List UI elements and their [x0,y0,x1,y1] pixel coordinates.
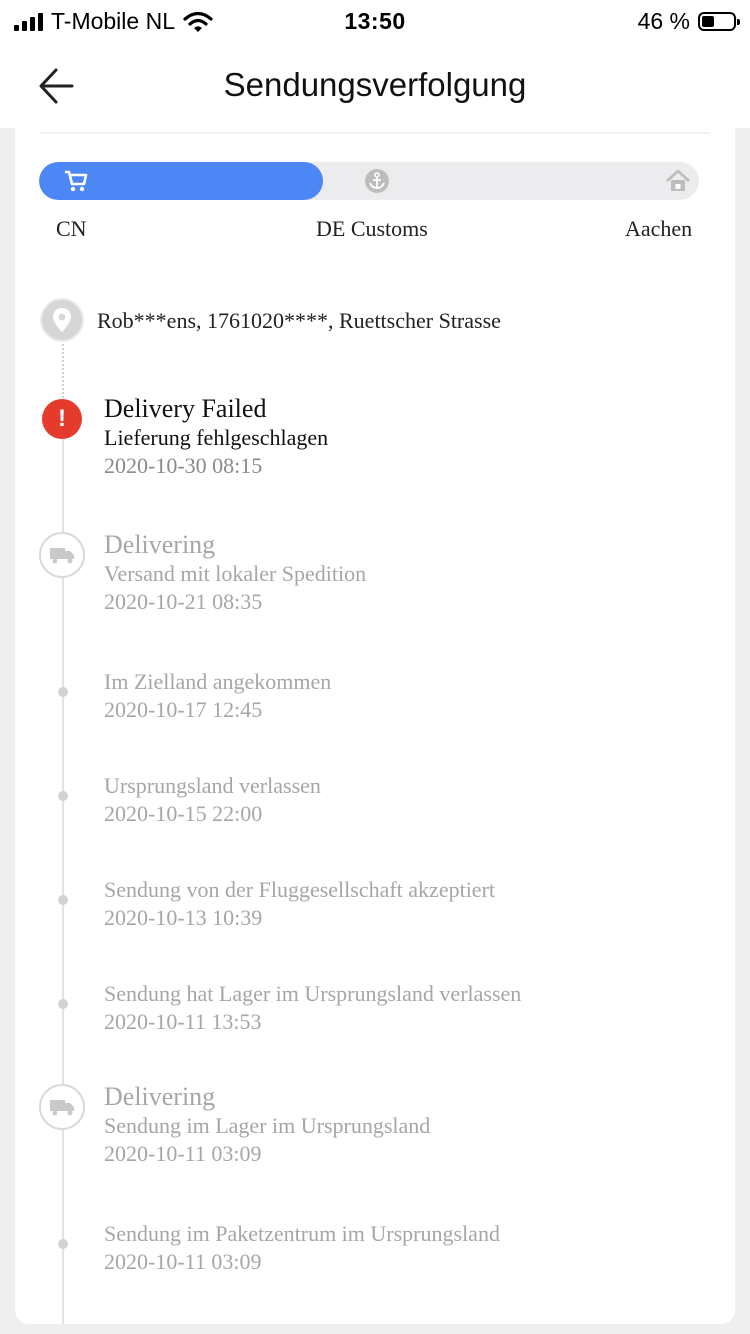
event-detail: Ursprungsland verlassen [104,773,321,798]
divider [40,132,710,134]
timeline-event: Delivery Failed Lieferung fehlgeschlagen… [104,394,328,480]
timeline-dot [58,791,68,801]
timeline-dot [58,999,68,1009]
event-detail: Versand mit lokaler Spedition [104,561,367,586]
stage-label-destination: Aachen [625,216,693,241]
event-time: 2020-10-17 12:45 [104,697,263,722]
event-title: Delivering [104,1082,216,1111]
stage-label-customs: DE Customs [316,216,428,241]
anchor-icon [365,169,389,193]
event-detail: Sendung hat Lager im Ursprungsland verla… [104,981,522,1006]
status-bar: T-Mobile NL 13:50 46 % [0,0,750,44]
status-right: 46 % [637,8,740,35]
cart-icon [65,170,88,192]
timeline-event: Delivering Versand mit lokaler Spedition… [104,530,366,616]
event-detail: Sendung im Paketzentrum im Ursprungsland [104,1221,500,1246]
truck-icon [39,532,85,578]
shipment-progress [39,162,699,200]
event-detail: Sendung von der Fluggesellschaft akzepti… [104,877,496,902]
alert-icon: ! [42,399,82,439]
house-icon [666,169,690,191]
timeline-dot [58,1239,68,1249]
timeline-event: Sendung von der Fluggesellschaft akzepti… [104,876,495,932]
event-time: 2020-10-21 08:35 [104,589,263,614]
event-title: Delivering [104,530,216,559]
truck-icon [39,1084,85,1130]
event-time: 2020-10-11 03:09 [104,1249,262,1274]
timeline-event: Ursprungsland verlassen 2020-10-15 22:00 [104,772,321,828]
timeline-event: Sendung hat Lager im Ursprungsland verla… [104,980,521,1036]
page-title: Sendungsverfolgung [223,66,527,103]
event-detail: Sendung im Lager im Ursprungsland [104,1113,431,1138]
event-detail: Im Zielland angekommen [104,669,332,694]
battery-icon [698,12,740,31]
location-pin-icon [40,298,84,342]
timeline-event: Sendung im Paketzentrum im Ursprungsland… [104,1220,500,1276]
tracking-card: CN DE Customs Aachen Rob***ens, 1761020*… [15,128,735,1324]
event-detail: Lieferung fehlgeschlagen [104,425,329,450]
event-time: 2020-10-11 03:09 [104,1141,262,1166]
timeline-event: Delivering Sendung im Lager im Ursprungs… [104,1082,430,1168]
recipient-address: Rob***ens, 1761020****, Ruettscher Stras… [97,308,501,333]
event-time: 2020-10-15 22:00 [104,801,263,826]
nav-bar: Sendungsverfolgung [0,44,750,128]
battery-percent: 46 % [637,8,690,34]
stage-label-origin: CN [56,216,87,241]
timeline-dot [58,687,68,697]
event-time: 2020-10-13 10:39 [104,905,263,930]
event-time: 2020-10-11 13:53 [104,1009,262,1034]
timeline-connector [62,340,64,398]
event-title: Delivery Failed [104,394,267,423]
timeline-event: Im Zielland angekommen 2020-10-17 12:45 [104,668,331,724]
event-time: 2020-10-30 08:15 [104,453,263,478]
timeline-dot [58,895,68,905]
battery-fill [702,16,714,27]
